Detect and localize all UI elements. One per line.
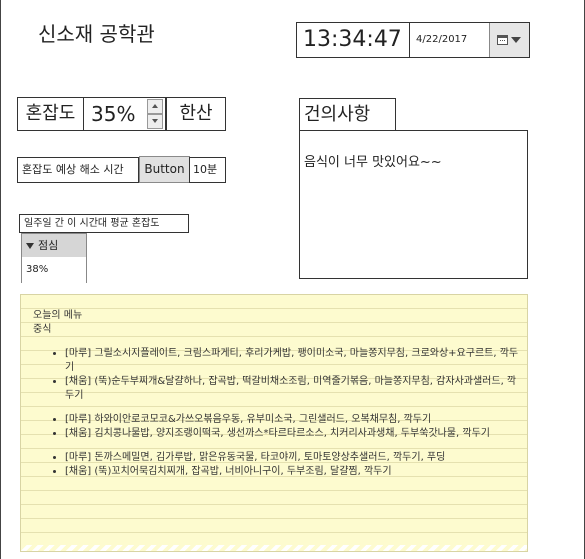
clock-display: 13:34:47 — [296, 22, 410, 58]
menu-title: 오늘의 메뉴 — [33, 310, 83, 321]
stepper-down-button[interactable] — [147, 114, 163, 129]
stepper-up-button[interactable] — [147, 99, 163, 114]
window-left-border — [0, 0, 1, 559]
chevron-down-icon — [511, 37, 521, 43]
menu-subtitle: 중식 — [33, 324, 52, 335]
calendar-icon — [497, 35, 508, 45]
congestion-stepper[interactable]: 35% — [83, 97, 166, 131]
grid-cell[interactable]: 38% — [21, 257, 87, 283]
suggestion-textbox[interactable]: 음식이 너무 맛있어요~~ — [299, 130, 528, 279]
page-title: 신소재 공학관 — [38, 22, 155, 46]
date-picker[interactable]: 4/22/2017 — [409, 22, 530, 58]
sort-down-icon — [26, 243, 34, 249]
menu-item: [마루] 그릴소시지플레이트, 크림스파게티, 후리가케밥, 팽이미소국, 마늘… — [65, 347, 523, 375]
congestion-label: 혼잡도 — [17, 97, 84, 131]
menu-note: 오늘의 메뉴 중식 [마루] 그릴소시지플레이트, 크림스파게티, 후리가케밥,… — [20, 294, 528, 552]
menu-item: [채움] (뚝)순두부찌개&달걀하나, 잡곡밥, 떡갈비채소조림, 미역줄기볶음… — [65, 375, 523, 403]
menu-list: [마루] 그릴소시지플레이트, 크림스파게티, 후리가케밥, 팽이미소국, 마늘… — [33, 347, 523, 479]
date-value: 4/22/2017 — [416, 34, 468, 45]
clear-time-button[interactable]: Button — [139, 156, 190, 183]
menu-item: [마루] 하와이안로코모코&가쓰오볶음우동, 유부미소국, 그린샐러드, 오복채… — [65, 413, 523, 427]
menu-spacer — [65, 403, 523, 413]
grid-column-header[interactable]: 점심 — [21, 233, 87, 258]
clear-time-label: 혼잡도 예상 해소 시간 — [17, 157, 139, 183]
weekly-average-label: 일주일 간 이 시간대 평균 혼잡도 — [19, 214, 189, 233]
menu-content: 오늘의 메뉴 중식 [마루] 그릴소시지플레이트, 크림스파게티, 후리가케밥,… — [33, 309, 523, 479]
congestion-level-label: 한산 — [166, 97, 226, 131]
menu-spacer — [65, 441, 523, 451]
menu-item: [마루] 돈까스메밀면, 김가루밥, 맑은유동국물, 타코야끼, 토마토양상추샐… — [65, 451, 523, 465]
menu-item: [채움] 김치콩나물밥, 양지조랭이떡국, 생선까스*타르타르소스, 치커리사과… — [65, 427, 523, 441]
suggestion-text: 음식이 너무 맛있어요~~ — [304, 155, 442, 170]
grid-column-title: 점심 — [38, 239, 59, 252]
clear-time-value: 10분 — [189, 157, 226, 183]
suggestion-title: 건의사항 — [299, 98, 396, 131]
menu-item: [채움] (뚝)꼬치어묵김치찌개, 잡곡밥, 너비아니구이, 두부조림, 달걀찜… — [65, 465, 523, 479]
congestion-value: 35% — [91, 102, 136, 126]
date-picker-button[interactable] — [489, 23, 529, 57]
